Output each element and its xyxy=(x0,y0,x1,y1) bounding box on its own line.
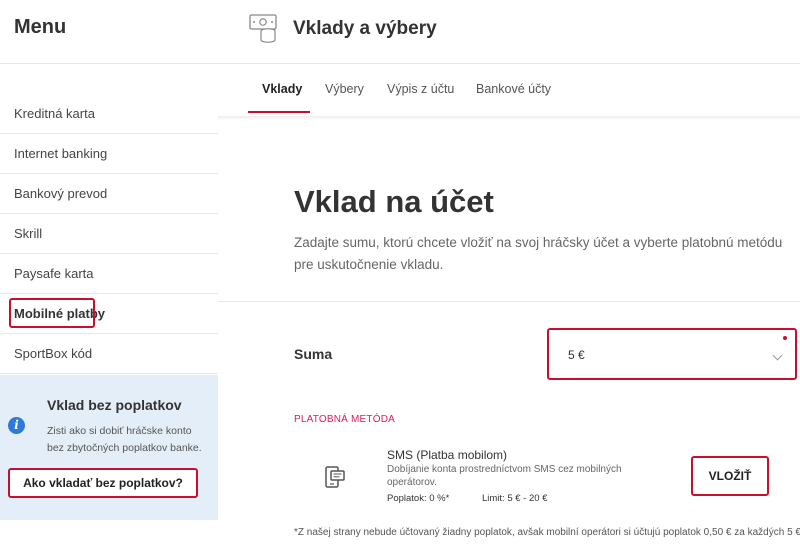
chevron-down-icon xyxy=(772,350,783,361)
sidebar-header: Menu xyxy=(0,0,218,64)
money-coins-icon xyxy=(249,14,277,43)
sidebar-item-bank-transfer[interactable]: Bankový prevod xyxy=(0,174,218,214)
tabs-shadow xyxy=(218,116,800,120)
sidebar-item-credit-card[interactable]: Kreditná karta xyxy=(0,94,218,134)
sidebar-item-paysafe-card[interactable]: Paysafe karta xyxy=(0,254,218,294)
sidebar-item-label: SportBox kód xyxy=(14,346,93,361)
required-indicator xyxy=(783,336,787,340)
sidebar-item-label: Bankový prevod xyxy=(14,186,108,201)
section-title: Vklad na účet xyxy=(294,184,494,219)
sidebar-item-label: Skrill xyxy=(14,226,43,241)
payment-method-fee: Poplatok: 0 %* xyxy=(387,493,450,504)
amount-select[interactable]: 5 € xyxy=(547,328,797,380)
tab-bank-accounts[interactable]: Bankové účty xyxy=(476,82,551,96)
page-header: Vklady a výbery xyxy=(218,0,800,64)
sidebar: Menu Kreditná karta Internet banking Ban… xyxy=(0,0,218,546)
deposit-button[interactable]: VLOŽIŤ xyxy=(691,456,769,496)
promo-title: Vklad bez poplatkov xyxy=(47,397,182,413)
tab-withdrawals[interactable]: Výbery xyxy=(325,82,364,96)
promo-text: Zisti ako si dobiť hráčske konto bez zby… xyxy=(47,425,202,454)
sidebar-item-sportbox-code[interactable]: SportBox kód xyxy=(0,334,218,374)
page-title: Vklady a výbery xyxy=(293,18,437,39)
tab-account-statement[interactable]: Výpis z účtu xyxy=(387,82,454,96)
sidebar-item-label: Paysafe karta xyxy=(14,266,94,281)
info-icon: i xyxy=(8,417,25,434)
divider xyxy=(218,301,800,302)
sidebar-item-label: Kreditná karta xyxy=(14,106,95,121)
payment-method-description: Dobíjanie konta prostredníctvom SMS cez … xyxy=(387,464,622,488)
sidebar-title: Menu xyxy=(14,16,67,38)
active-tab-underline xyxy=(248,111,310,113)
mobile-sms-icon xyxy=(325,466,345,488)
main-content: Vklady a výbery Vklady Výbery Výpis z úč… xyxy=(218,0,800,546)
sidebar-item-mobile-payments[interactable]: Mobilné platby xyxy=(0,294,218,334)
sidebar-item-label: Internet banking xyxy=(14,146,108,161)
amount-value: 5 € xyxy=(568,348,585,362)
section-description: Zadajte sumu, ktorú chcete vložiť na svo… xyxy=(294,235,783,272)
payment-method-name: SMS (Platba mobilom) xyxy=(387,448,508,462)
fee-free-deposit-button[interactable]: Ako vkladať bez poplatkov? xyxy=(8,468,198,498)
payment-method-limit: Limit: 5 € - 20 € xyxy=(482,493,548,504)
tab-deposits[interactable]: Vklady xyxy=(262,82,302,96)
amount-label: Suma xyxy=(294,346,333,362)
sidebar-item-internet-banking[interactable]: Internet banking xyxy=(0,134,218,174)
payment-method-label: PLATOBNÁ METÓDA xyxy=(294,414,395,425)
promo-box: i Vklad bez poplatkov Zisti ako si dobiť… xyxy=(0,375,218,520)
sidebar-item-skrill[interactable]: Skrill xyxy=(0,214,218,254)
footnote: *Z našej strany nebude účtovaný žiadny p… xyxy=(294,527,800,538)
active-highlight xyxy=(9,298,95,328)
sidebar-menu: Kreditná karta Internet banking Bankový … xyxy=(0,94,218,374)
